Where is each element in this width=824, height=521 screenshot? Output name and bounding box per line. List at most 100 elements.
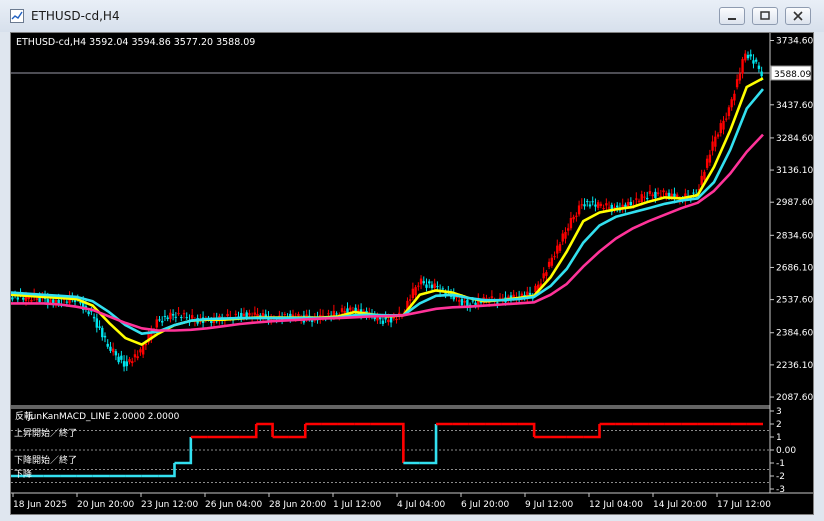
time-tick-label: 6 Jul 20:00 xyxy=(461,500,510,510)
candle-body xyxy=(174,316,178,318)
candle-body xyxy=(182,313,186,315)
time-tick-label: 23 Jun 12:00 xyxy=(141,500,198,510)
candle-body xyxy=(550,257,554,266)
candle-body xyxy=(155,319,158,328)
restore-button[interactable] xyxy=(752,7,778,25)
candle-body xyxy=(580,204,584,206)
price-tick-label: 2686.10 xyxy=(776,263,813,273)
candle-body xyxy=(11,297,14,300)
chart-area[interactable]: 3734.60 3437.60 3284.60 3136.10 2987.60 2834.… xyxy=(10,32,814,515)
candle-body xyxy=(190,315,194,319)
candle-body xyxy=(419,278,423,285)
candle-body xyxy=(335,313,338,315)
title-bar[interactable]: ETHUSD-cd,H4 xyxy=(0,0,824,32)
price-tick-label: 2834.60 xyxy=(776,231,813,241)
candle-body xyxy=(428,281,431,284)
candle-body xyxy=(564,231,567,239)
candle-body xyxy=(575,215,578,217)
close-button[interactable] xyxy=(785,7,811,25)
candle-body xyxy=(166,317,169,320)
candle-body xyxy=(411,288,415,299)
candle-body xyxy=(177,313,180,315)
candle-body xyxy=(111,348,115,353)
candle-body xyxy=(692,192,695,194)
chart-info-label: ETHUSD-cd,H4 3592.04 3594.86 3577.20 358… xyxy=(16,37,255,48)
candle-body xyxy=(741,59,744,74)
price-tick-label: 3734.60 xyxy=(776,36,813,46)
candle-body xyxy=(463,301,466,303)
price-tick-label: 2537.60 xyxy=(776,296,813,306)
level-label-down: 下降 xyxy=(14,468,32,480)
candle-body xyxy=(22,297,25,300)
indicator-tick-label: -3 xyxy=(776,485,785,495)
candle-body xyxy=(561,233,564,242)
candle-body xyxy=(602,208,605,210)
candle-body xyxy=(744,53,747,61)
candle-body xyxy=(234,313,237,315)
chart-window-icon xyxy=(10,9,24,23)
candle-body xyxy=(120,355,123,360)
window-title: ETHUSD-cd,H4 xyxy=(31,9,120,23)
chart-window: ETHUSD-cd,H4 3734.60 3437.60 3284.60 3136.1… xyxy=(0,0,824,521)
candle-body xyxy=(16,297,20,300)
time-tick-label: 1 Jul 12:00 xyxy=(333,500,382,510)
candle-body xyxy=(98,326,101,328)
candle-body xyxy=(458,300,461,302)
candle-body xyxy=(408,299,412,301)
candle-body xyxy=(395,319,398,321)
candle-body xyxy=(754,59,758,62)
candle-body xyxy=(92,316,96,319)
candle-body xyxy=(422,281,425,284)
candle-body xyxy=(752,60,755,64)
price-tick-label: 2384.60 xyxy=(776,329,813,339)
candle-body xyxy=(297,313,300,317)
price-tick-label: 2987.60 xyxy=(776,198,813,208)
candle-body xyxy=(662,190,665,193)
candle-body xyxy=(722,120,725,130)
candle-body xyxy=(30,300,33,302)
candle-body xyxy=(49,299,52,303)
candle-body xyxy=(87,311,90,315)
candle-body xyxy=(65,301,69,303)
candle-body xyxy=(171,314,175,316)
candle-body xyxy=(572,216,575,220)
indicator-label: JunKanMACD_LINE 2.0000 2.0000 xyxy=(27,412,180,422)
candle-body xyxy=(139,349,142,353)
candle-body xyxy=(349,307,352,310)
candle-body xyxy=(414,287,417,296)
candle-body xyxy=(654,191,657,199)
indicator-tick-label: 0.00 xyxy=(776,446,796,456)
candle-body xyxy=(253,312,257,315)
candle-body xyxy=(384,317,387,320)
candle-body xyxy=(703,171,706,180)
candle-body xyxy=(417,285,420,287)
candle-body xyxy=(599,203,603,207)
indicator-tick-label: 3 xyxy=(776,407,782,417)
level-label-up: 上昇開始／終了 xyxy=(14,427,77,439)
candle-body xyxy=(577,205,581,215)
time-tick-label: 26 Jun 04:00 xyxy=(205,500,262,510)
candle-body xyxy=(558,244,562,251)
candle-body xyxy=(711,141,714,151)
candle-body xyxy=(733,93,736,101)
candle-body xyxy=(670,193,673,197)
candle-body xyxy=(566,228,570,231)
candle-body xyxy=(389,317,393,323)
price-chart[interactable]: 3734.60 3437.60 3284.60 3136.10 2987.60 2834.… xyxy=(10,33,813,514)
price-tick-label: 3284.60 xyxy=(776,134,813,144)
candle-body xyxy=(586,201,589,203)
candle-body xyxy=(141,345,145,355)
candle-body xyxy=(381,320,385,324)
candle-body xyxy=(640,194,643,203)
candle-body xyxy=(665,192,668,196)
candle-body xyxy=(425,284,428,288)
candle-body xyxy=(605,203,608,206)
minimize-button[interactable] xyxy=(719,7,745,25)
price-tick-label: 2087.60 xyxy=(776,393,813,403)
candle-body xyxy=(596,202,600,208)
indicator-tick-label: 1 xyxy=(776,433,782,443)
candle-body xyxy=(629,201,633,206)
indicator-tick-label: 2 xyxy=(776,420,782,430)
candle-body xyxy=(185,317,188,319)
candle-body xyxy=(387,319,390,323)
